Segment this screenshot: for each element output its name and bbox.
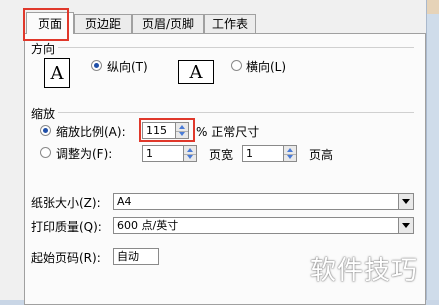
tab-margins[interactable]: 页边距 xyxy=(74,14,132,33)
print-quality-value: 600 点/英寸 xyxy=(117,219,179,232)
chevron-down-icon[interactable] xyxy=(398,218,413,233)
spinner-down-icon[interactable] xyxy=(176,131,188,139)
paper-size-select[interactable]: A4 xyxy=(113,193,414,210)
chevron-down-icon[interactable] xyxy=(398,194,413,209)
landscape-label[interactable]: 横向(L) xyxy=(246,58,286,75)
portrait-label[interactable]: 纵向(T) xyxy=(107,58,148,75)
fit-to-radio[interactable] xyxy=(40,147,51,158)
pages-tall-input[interactable]: 1 xyxy=(242,145,284,162)
scale-percent-input[interactable]: 115 xyxy=(142,122,176,139)
pages-wide-spinner[interactable] xyxy=(184,145,197,162)
percent-normal-size-label: % 正常尺寸 xyxy=(196,125,260,139)
orientation-separator xyxy=(58,47,414,48)
landscape-radio[interactable] xyxy=(231,60,242,71)
pages-tall-label: 页高 xyxy=(309,148,334,162)
scaling-group-title: 缩放 xyxy=(31,107,56,121)
portrait-page-icon: A xyxy=(44,58,70,88)
adjust-to-label[interactable]: 缩放比例(A): xyxy=(56,123,126,140)
adjust-to-radio[interactable] xyxy=(40,125,51,136)
scale-percent-spinner[interactable] xyxy=(176,122,189,139)
landscape-page-icon: A xyxy=(178,60,214,84)
pages-wide-label: 页宽 xyxy=(209,148,234,162)
pages-wide-input[interactable]: 1 xyxy=(142,145,184,162)
first-page-number-label: 起始页码(R): xyxy=(31,251,101,265)
fit-to-label[interactable]: 调整为(F): xyxy=(56,145,112,162)
page-setup-dialog: 页面 页边距 页眉/页脚 工作表 方向 A 纵向(T) A 横向(L) 缩放 缩… xyxy=(0,0,439,305)
portrait-radio[interactable] xyxy=(91,60,102,71)
paper-size-value: A4 xyxy=(117,195,132,208)
print-quality-select[interactable]: 600 点/英寸 xyxy=(113,217,414,234)
pages-tall-spinner[interactable] xyxy=(284,145,297,162)
tab-sheet[interactable]: 工作表 xyxy=(204,14,256,33)
background-highlight xyxy=(427,0,439,14)
tab-header-footer[interactable]: 页眉/页脚 xyxy=(132,14,204,33)
spinner-down-icon[interactable] xyxy=(184,154,196,162)
print-quality-label: 打印质量(Q): xyxy=(31,220,102,234)
first-page-number-input[interactable]: 自动 xyxy=(113,248,159,265)
orientation-group-title: 方向 xyxy=(31,42,56,56)
paper-size-label: 纸张大小(Z): xyxy=(31,196,101,210)
spinner-down-icon[interactable] xyxy=(284,154,296,162)
watermark-text: 软件技巧 xyxy=(310,256,419,286)
background-window-strip xyxy=(426,0,439,300)
tab-page[interactable]: 页面 xyxy=(26,12,74,34)
scaling-separator xyxy=(58,112,414,113)
